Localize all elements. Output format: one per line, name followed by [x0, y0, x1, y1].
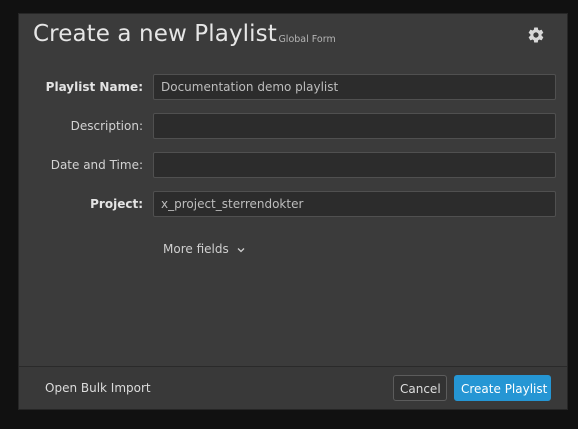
gear-icon[interactable] — [527, 26, 545, 44]
more-fields-toggle[interactable]: More fields — [163, 242, 245, 256]
chevron-down-icon — [237, 246, 245, 256]
more-fields-label: More fields — [163, 242, 229, 256]
date-time-label: Date and Time: — [50, 158, 143, 172]
playlist-name-input[interactable] — [153, 74, 556, 100]
create-playlist-button[interactable]: Create Playlist — [454, 375, 551, 401]
playlist-name-label: Playlist Name: — [45, 80, 143, 94]
cancel-button[interactable]: Cancel — [393, 375, 447, 401]
dialog-subtitle: - Global Form — [272, 34, 336, 45]
dialog-title: Create a new Playlist — [33, 21, 277, 47]
open-bulk-import-link[interactable]: Open Bulk Import — [45, 381, 151, 395]
date-time-input[interactable] — [153, 152, 556, 178]
description-label: Description: — [70, 119, 143, 133]
create-playlist-dialog: Create a new Playlist - Global Form Play… — [18, 13, 568, 410]
dialog-header: Create a new Playlist - Global Form — [19, 14, 567, 56]
project-input[interactable] — [153, 191, 556, 217]
project-label: Project: — [90, 197, 143, 211]
dialog-footer: Open Bulk Import Cancel Create Playlist — [19, 366, 567, 409]
description-input[interactable] — [153, 113, 556, 139]
